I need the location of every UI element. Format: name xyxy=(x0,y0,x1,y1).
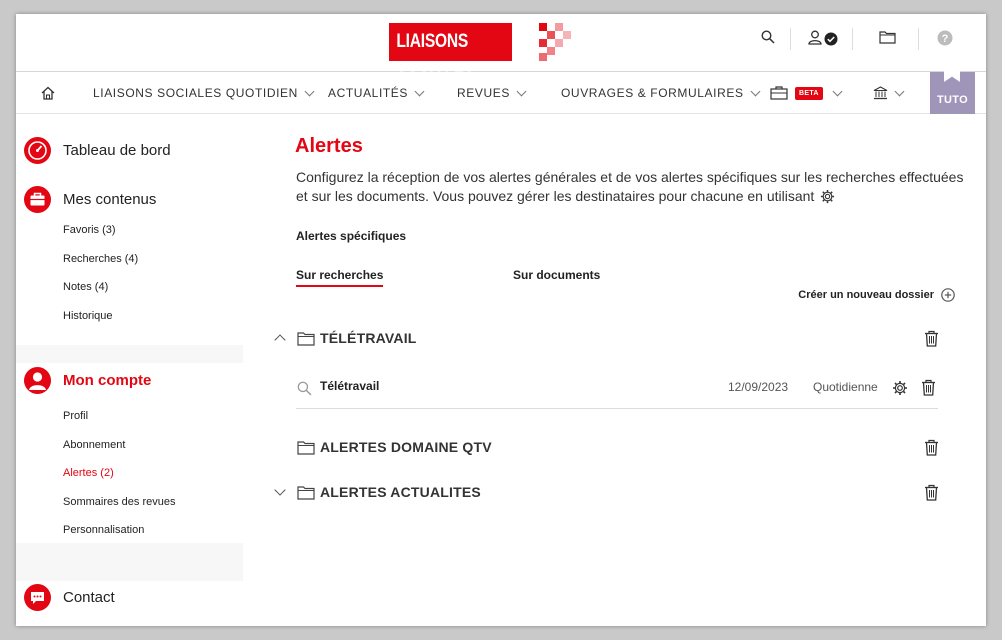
nav-item-label: OUVRAGES & FORMULAIRES xyxy=(561,86,744,100)
bookmark-icon xyxy=(944,64,960,82)
search-icon[interactable] xyxy=(761,30,775,54)
tuto-button[interactable]: TUTO xyxy=(930,64,975,114)
app-window: LIAISONS SOCIALES ? LIAISONS SOCIALES QU… xyxy=(16,14,986,626)
svg-text:?: ? xyxy=(942,33,949,45)
sidebar-section-contents[interactable]: Mes contenus xyxy=(24,186,156,213)
create-folder-button[interactable]: Créer un nouveau dossier xyxy=(798,288,955,302)
alert-frequency: Quotidienne xyxy=(813,380,878,394)
chevron-down-icon xyxy=(304,86,315,96)
logo-text: LIAISONS SOCIALES xyxy=(389,23,512,90)
folder-icon[interactable] xyxy=(879,30,896,54)
tab-sur-recherches[interactable]: Sur recherches xyxy=(296,268,384,287)
chevron-down-icon xyxy=(414,86,425,96)
trash-icon[interactable] xyxy=(924,484,939,501)
nav-item-label: REVUES xyxy=(457,86,510,100)
chevron-down-icon xyxy=(516,86,527,96)
sidebar-section-label: Mes contenus xyxy=(63,191,157,208)
nav-item-lsq[interactable]: LIAISONS SOCIALES QUOTIDIEN xyxy=(93,72,315,114)
plus-circle-icon xyxy=(941,288,955,302)
nav-item-institution[interactable] xyxy=(873,72,905,114)
page-title: Alertes xyxy=(295,135,363,157)
tab-sur-documents[interactable]: Sur documents xyxy=(513,268,600,282)
trash-icon[interactable] xyxy=(924,439,939,456)
nav-item-actualites[interactable]: ACTUALITÉS xyxy=(328,72,425,114)
chevron-down-icon xyxy=(750,86,761,96)
sidebar-item-abonnement[interactable]: Abonnement xyxy=(63,439,125,451)
logo[interactable]: LIAISONS SOCIALES xyxy=(389,23,573,90)
create-folder-label: Créer un nouveau dossier xyxy=(798,289,934,301)
sidebar-item-historique[interactable]: Historique xyxy=(63,310,113,322)
sidebar-item-favoris[interactable]: Favoris (3) xyxy=(63,224,116,236)
sidebar-item-contact[interactable]: Contact xyxy=(24,584,115,611)
tuto-label: TUTO xyxy=(937,94,968,106)
home-icon[interactable] xyxy=(41,72,55,114)
nav-item-label: ACTUALITÉS xyxy=(328,86,409,100)
sidebar-item-alertes[interactable]: Alertes (2) xyxy=(63,467,114,479)
folder-name[interactable]: ALERTES DOMAINE QTV xyxy=(320,439,492,455)
sidebar-item-dashboard[interactable]: Tableau de bord xyxy=(24,137,171,164)
folder-icon xyxy=(297,485,315,500)
sidebar-item-profil[interactable]: Profil xyxy=(63,410,88,422)
gear-icon xyxy=(821,189,835,204)
main-content: Alertes Configurez la réception de vos a… xyxy=(243,114,986,626)
gear-icon[interactable] xyxy=(892,380,908,396)
folder-name[interactable]: ALERTES ACTUALITES xyxy=(320,484,481,500)
user-icon xyxy=(24,367,51,394)
top-bar: LIAISONS SOCIALES ? xyxy=(16,14,986,90)
chevron-down-icon xyxy=(832,86,843,96)
sidebar-section-account[interactable]: Mon compte xyxy=(24,367,151,394)
sidebar-item-label: Contact xyxy=(63,589,115,606)
chat-icon xyxy=(24,584,51,611)
chevron-up-icon[interactable] xyxy=(273,331,287,345)
folder-icon xyxy=(297,331,315,346)
sidebar-item-sommaires[interactable]: Sommaires des revues xyxy=(63,496,176,508)
trash-icon[interactable] xyxy=(924,330,939,347)
search-icon xyxy=(297,381,312,396)
intro-text-body: Configurez la réception de vos alertes g… xyxy=(296,169,964,204)
dashboard-icon xyxy=(24,137,51,164)
nav-item-label: LIAISONS SOCIALES QUOTIDIEN xyxy=(93,86,298,100)
main-nav: LIAISONS SOCIALES QUOTIDIEN ACTUALITÉS R… xyxy=(16,72,986,114)
briefcase-icon xyxy=(24,186,51,213)
folder-icon xyxy=(297,440,315,455)
folder-row: ALERTES ACTUALITES xyxy=(273,481,939,503)
briefcase-icon xyxy=(770,86,788,100)
alert-row: Télétravail 12/09/2023 Quotidienne xyxy=(296,373,938,409)
bank-icon xyxy=(873,86,888,100)
section-label: Alertes spécifiques xyxy=(296,229,407,243)
chevron-down-icon[interactable] xyxy=(273,485,287,499)
alert-name[interactable]: Télétravail xyxy=(320,379,379,393)
sidebar: Tableau de bord Mes contenus Favoris (3)… xyxy=(16,114,243,626)
chevron-down-icon xyxy=(894,86,905,96)
help-icon[interactable]: ? xyxy=(937,30,953,54)
folder-row: ALERTES DOMAINE QTV xyxy=(273,436,939,458)
nav-item-ouvrages[interactable]: OUVRAGES & FORMULAIRES xyxy=(561,72,761,114)
beta-badge: BETA xyxy=(795,86,823,100)
sidebar-item-personnalisation[interactable]: Personnalisation xyxy=(63,524,144,536)
sidebar-item-label: Tableau de bord xyxy=(63,142,171,159)
sidebar-item-notes[interactable]: Notes (4) xyxy=(63,281,108,293)
folder-name[interactable]: TÉLÉTRAVAIL xyxy=(320,330,417,346)
intro-text: Configurez la réception de vos alertes g… xyxy=(296,168,976,206)
user-account-icon[interactable] xyxy=(808,30,838,54)
sidebar-item-recherches[interactable]: Recherches (4) xyxy=(63,253,138,265)
nav-item-revues[interactable]: REVUES xyxy=(457,72,527,114)
sidebar-section-label: Mon compte xyxy=(63,372,152,389)
trash-icon[interactable] xyxy=(921,379,936,396)
nav-item-toolbox[interactable]: BETA xyxy=(770,72,843,114)
alert-date: 12/09/2023 xyxy=(728,380,789,394)
folder-row: TÉLÉTRAVAIL xyxy=(273,327,939,349)
